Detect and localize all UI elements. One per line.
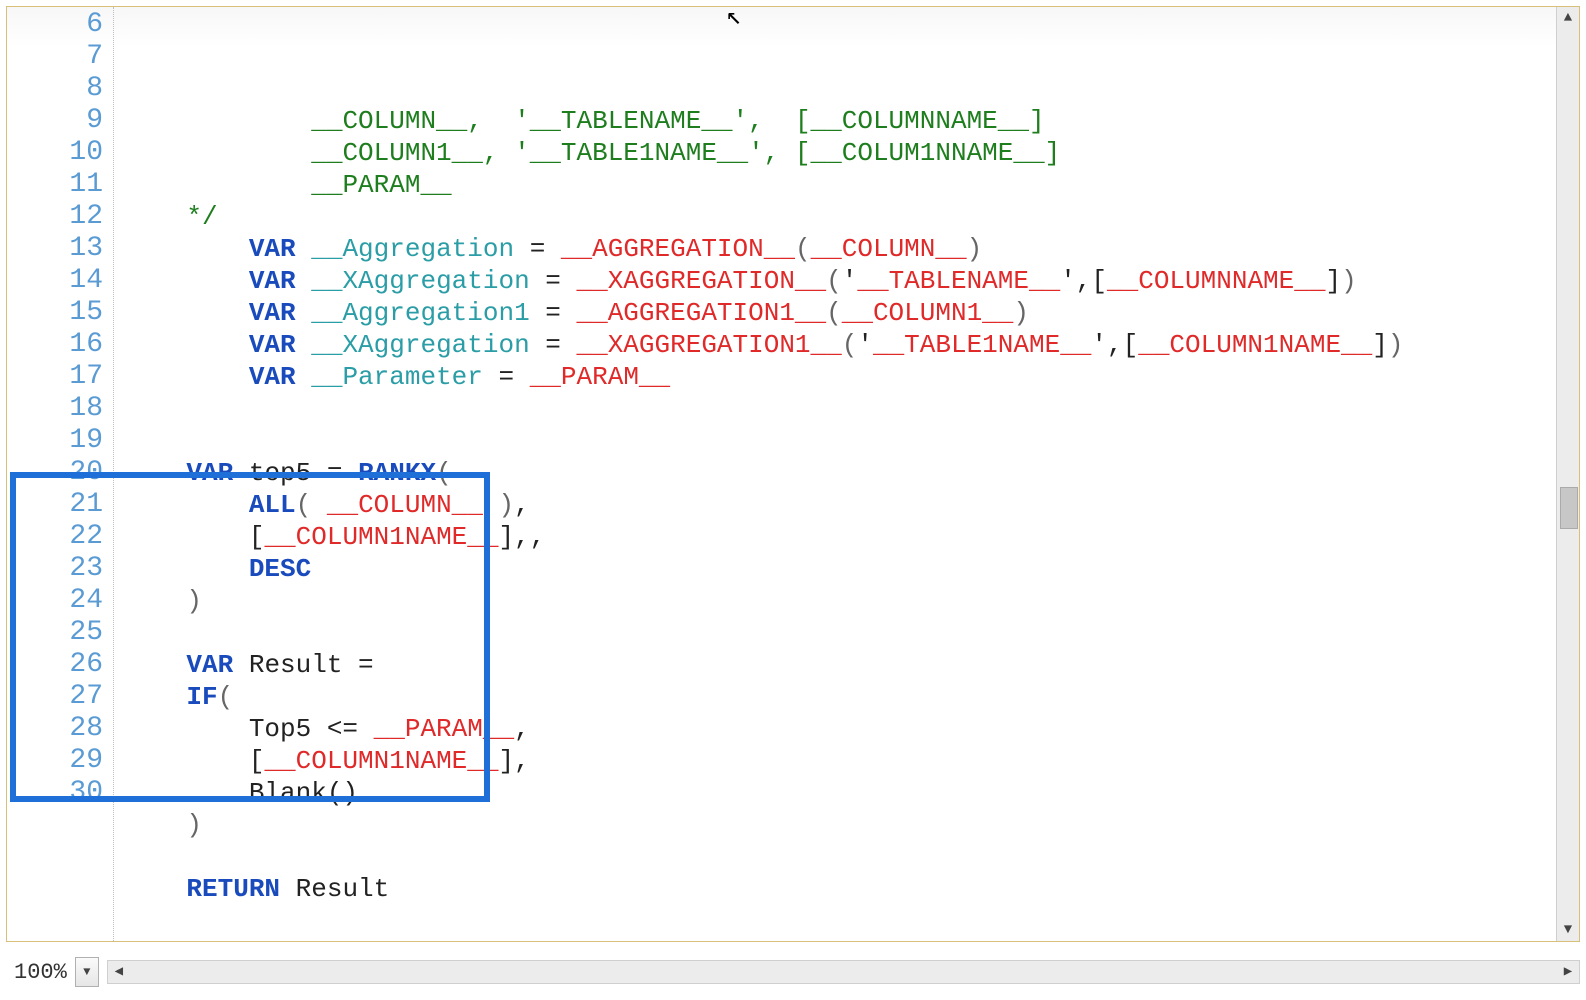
code-line[interactable]: VAR top5 = RANKX( — [124, 457, 1548, 489]
line-number: 10 — [7, 137, 103, 169]
line-number: 12 — [7, 201, 103, 233]
line-number: 27 — [7, 681, 103, 713]
code-line[interactable]: ) — [124, 809, 1548, 841]
mouse-cursor-icon: ↖ — [726, 7, 742, 33]
line-number: 24 — [7, 585, 103, 617]
code-line[interactable]: DESC — [124, 553, 1548, 585]
line-number: 8 — [7, 73, 103, 105]
code-line[interactable] — [124, 393, 1548, 425]
line-number: 17 — [7, 361, 103, 393]
line-number: 22 — [7, 521, 103, 553]
scroll-up-button[interactable]: ▲ — [1557, 7, 1579, 29]
code-line[interactable]: VAR __XAggregation = __XAGGREGATION1__('… — [124, 329, 1548, 361]
code-line[interactable]: VAR __XAggregation = __XAGGREGATION__('_… — [124, 265, 1548, 297]
line-number: 11 — [7, 169, 103, 201]
code-line[interactable]: ALL( __COLUMN__ ), — [124, 489, 1548, 521]
code-line[interactable]: Blank() — [124, 777, 1548, 809]
code-editor-frame: 6789101112131415161718192021222324252627… — [6, 6, 1580, 942]
scroll-right-button[interactable]: ▶ — [1557, 961, 1579, 981]
code-line[interactable]: ) — [124, 585, 1548, 617]
status-bar: 100% ▼ ◀ ▶ — [6, 950, 1580, 994]
code-line[interactable]: IF( — [124, 681, 1548, 713]
code-line[interactable]: RETURN Result — [124, 873, 1548, 905]
line-number: 16 — [7, 329, 103, 361]
code-line[interactable]: __COLUMN1__, '__TABLE1NAME__', [__COLUM1… — [124, 137, 1548, 169]
vertical-scrollbar[interactable]: ▲ ▼ — [1556, 7, 1579, 941]
line-number: 14 — [7, 265, 103, 297]
code-line[interactable]: __COLUMN__, '__TABLENAME__', [__COLUMNNA… — [124, 105, 1548, 137]
line-number: 13 — [7, 233, 103, 265]
vertical-scroll-thumb[interactable] — [1560, 487, 1578, 529]
code-area[interactable]: ↖ __COLUMN__, '__TABLENAME__', [__COLUMN… — [114, 7, 1556, 941]
line-number: 30 — [7, 777, 103, 809]
line-number-gutter: 6789101112131415161718192021222324252627… — [7, 7, 114, 941]
line-number: 26 — [7, 649, 103, 681]
zoom-dropdown-button[interactable]: ▼ — [75, 957, 99, 987]
line-number: 21 — [7, 489, 103, 521]
code-line[interactable]: VAR __Parameter = __PARAM__ — [124, 361, 1548, 393]
code-line[interactable]: */ — [124, 201, 1548, 233]
code-line[interactable]: VAR Result = — [124, 649, 1548, 681]
code-line[interactable] — [124, 617, 1548, 649]
zoom-value: 100% — [10, 958, 71, 987]
line-number: 15 — [7, 297, 103, 329]
horizontal-scrollbar[interactable]: ◀ ▶ — [107, 960, 1580, 984]
code-line[interactable]: Top5 <= __PARAM__, — [124, 713, 1548, 745]
scroll-down-button[interactable]: ▼ — [1557, 919, 1579, 941]
code-line[interactable]: VAR __Aggregation = __AGGREGATION__(__CO… — [124, 233, 1548, 265]
line-number: 19 — [7, 425, 103, 457]
line-number: 20 — [7, 457, 103, 489]
line-number: 23 — [7, 553, 103, 585]
code-line[interactable]: [__COLUMN1NAME__],, — [124, 521, 1548, 553]
line-number: 18 — [7, 393, 103, 425]
code-line[interactable]: __PARAM__ — [124, 169, 1548, 201]
line-number: 7 — [7, 41, 103, 73]
scroll-left-button[interactable]: ◀ — [108, 961, 130, 981]
code-line[interactable] — [124, 425, 1548, 457]
line-number: 6 — [7, 9, 103, 41]
code-line[interactable]: [__COLUMN1NAME__], — [124, 745, 1548, 777]
code-line[interactable]: VAR __Aggregation1 = __AGGREGATION1__(__… — [124, 297, 1548, 329]
code-line[interactable] — [124, 841, 1548, 873]
line-number: 28 — [7, 713, 103, 745]
line-number: 25 — [7, 617, 103, 649]
line-number: 29 — [7, 745, 103, 777]
zoom-control: 100% ▼ — [6, 957, 103, 987]
line-number: 9 — [7, 105, 103, 137]
